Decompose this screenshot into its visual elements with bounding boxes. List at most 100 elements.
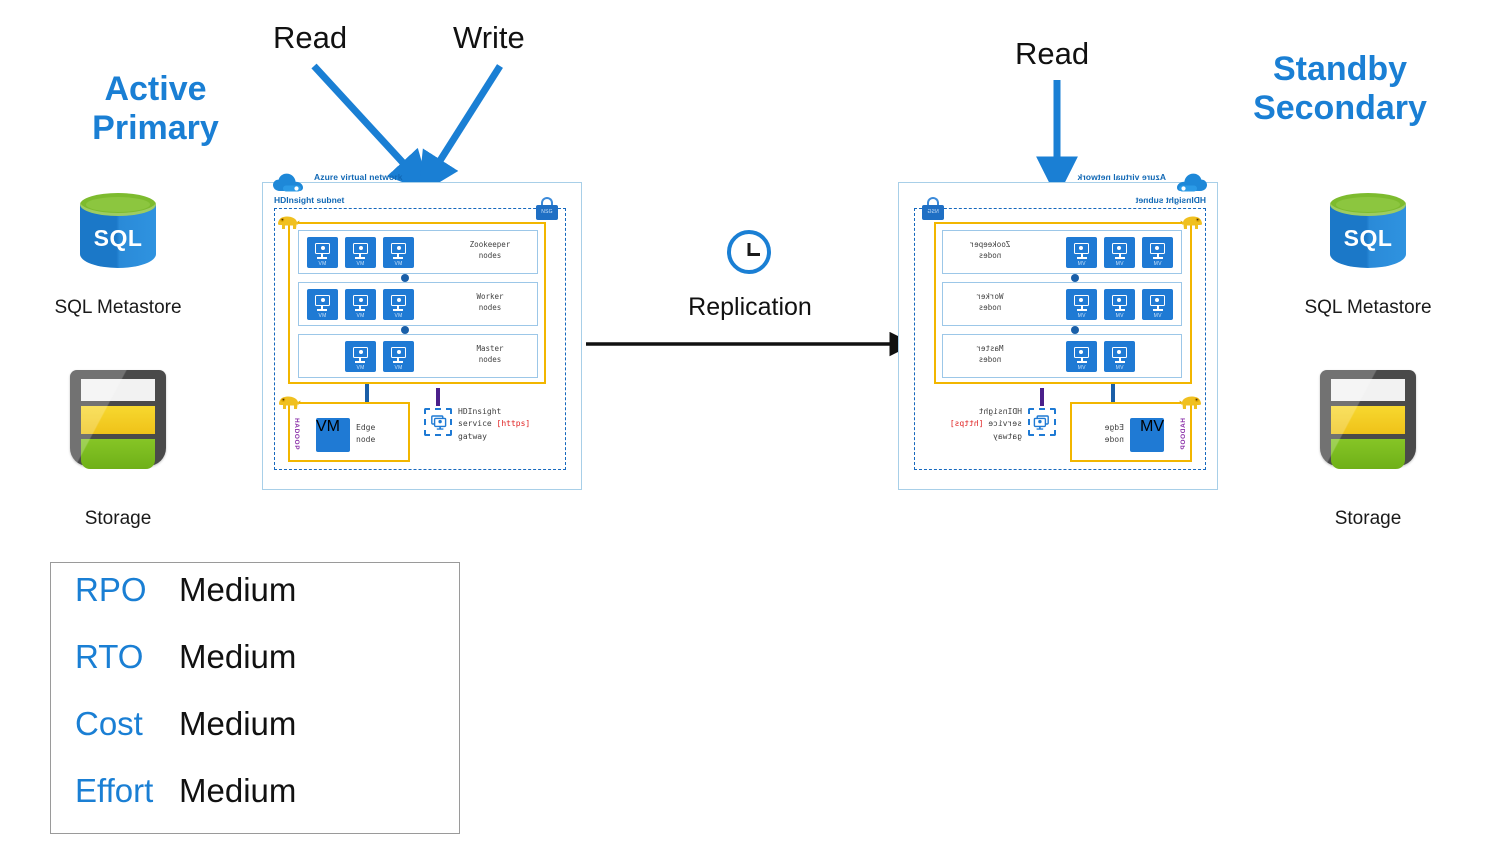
- storage-band-white: [1331, 379, 1405, 401]
- right-sql-caption: SQL Metastore: [1304, 297, 1432, 318]
- storage-band-yellow: [1331, 406, 1405, 434]
- vm-label: VM: [1077, 260, 1086, 267]
- subnet-label: HDInsight subnet: [1135, 195, 1206, 205]
- hadoop-cluster-box: VM VM VM Zookeeper nodes VM VM VM Worker…: [934, 216, 1202, 384]
- vm-node: VM: [345, 237, 376, 268]
- nsg-label: NSG: [536, 205, 558, 220]
- hdinsight-gateway-icon: [1028, 408, 1056, 436]
- secondary-cluster-diagram: Azure virtual network HDInsight subnet N…: [898, 170, 1228, 490]
- metric-value: Medium: [179, 638, 297, 675]
- vm-node: VM: [307, 237, 338, 268]
- vm-base: [393, 361, 403, 363]
- right-storage-caption: Storage: [1334, 508, 1402, 529]
- gateway-https-text: [https]: [949, 419, 984, 429]
- clock-hand-horizontal: [749, 253, 760, 256]
- read-arrow-left: [311, 63, 431, 193]
- metric-key: RPO: [75, 571, 147, 608]
- gateway-label-line3: gatway: [993, 431, 1022, 441]
- vm-label: VM: [1140, 418, 1164, 435]
- gateway-https-text: [https]: [496, 419, 531, 429]
- cloud-icon: [1177, 173, 1207, 192]
- metric-key: RTO: [75, 638, 144, 675]
- vm-label: VM: [394, 364, 403, 371]
- clock-icon: [727, 230, 771, 274]
- hadoop-cluster-box: VM VM VM Zookeeper nodes VM VM VM Worker…: [278, 216, 546, 384]
- vm-node: VM: [345, 289, 376, 320]
- node-group-label-line1: Worker: [976, 292, 1004, 301]
- vm-base: [1077, 309, 1087, 311]
- vm-label: VM: [1077, 312, 1086, 319]
- table-row: Effort Medium: [51, 772, 459, 839]
- vm-screen-icon: [315, 295, 330, 306]
- vm-label: VM: [1077, 364, 1086, 371]
- vm-base: [355, 309, 365, 311]
- node-group-label: Worker nodes: [453, 292, 527, 314]
- vm-base: [1115, 309, 1125, 311]
- vm-base: [1115, 361, 1125, 363]
- gateway-label-line2: service [https]: [950, 418, 1022, 430]
- gateway-label-line1: HDInsight: [458, 407, 502, 416]
- vm-screen-icon: [353, 347, 368, 358]
- vm-node: VM: [1104, 289, 1135, 320]
- edge-node-box: HADOOP VM Edge node: [1070, 396, 1201, 462]
- gateway-label-line2: service [https]: [458, 418, 530, 430]
- sql-icon-label: SQL: [93, 225, 143, 251]
- storage-band-green: [81, 439, 155, 469]
- vm-label: VM: [318, 312, 327, 319]
- vm-screen-icon: [1112, 347, 1127, 358]
- table-row: RTO Medium: [51, 638, 459, 705]
- vm-screen-icon: [1112, 243, 1127, 254]
- node-group-zookeeper: VM VM VM Zookeeper nodes: [942, 230, 1182, 274]
- node-group-master: VM VM Master nodes: [942, 334, 1182, 378]
- node-group-label-line1: Zookeeper: [469, 240, 511, 249]
- gateway-label-line1: HDInsight: [978, 407, 1022, 416]
- vm-screen-icon: [1150, 295, 1165, 306]
- left-sql-caption: SQL Metastore: [54, 297, 182, 318]
- vm-screen-icon: [315, 243, 330, 254]
- gateway-service-text: service: [983, 419, 1022, 429]
- storage-icon: [1320, 370, 1416, 469]
- vm-base: [317, 257, 327, 259]
- edge-node-box: HADOOP VM Edge node: [279, 396, 410, 462]
- node-group-worker: VM VM VM Worker nodes: [298, 282, 538, 326]
- edge-vm-node: VM: [316, 418, 350, 452]
- metric-key: Cost: [75, 705, 143, 742]
- gateway-label: HDInsight service [https] gatway: [458, 406, 530, 443]
- vm-label: VM: [1115, 364, 1124, 371]
- metric-value: Medium: [179, 571, 297, 608]
- metrics-table: RPO Medium RTO Medium Cost Medium Effort…: [50, 562, 460, 834]
- vm-label: VM: [394, 312, 403, 319]
- vm-screen-icon: [1112, 295, 1127, 306]
- node-group-label-line2: nodes: [978, 250, 1002, 260]
- edge-label-line2: node: [356, 435, 376, 444]
- vm-label: VM: [356, 364, 365, 371]
- vm-screen-icon: [353, 243, 368, 254]
- hdinsight-gateway-icon: [424, 408, 452, 436]
- vm-label: VM: [394, 260, 403, 267]
- vm-screen-icon: [1074, 295, 1089, 306]
- read-label-right: Read: [1015, 36, 1090, 71]
- table-row: Cost Medium: [51, 705, 459, 772]
- read-label-left: Read: [273, 20, 348, 55]
- node-group-label: Worker nodes: [953, 292, 1027, 314]
- vm-label: VM: [1153, 260, 1162, 267]
- vm-node: VM: [1066, 237, 1097, 268]
- vm-base: [393, 309, 403, 311]
- left-storage-caption: Storage: [84, 508, 152, 529]
- node-group-zookeeper: VM VM VM Zookeeper nodes: [298, 230, 538, 274]
- write-arrow-left: [418, 64, 503, 196]
- node-group-label-line2: nodes: [978, 302, 1002, 312]
- vm-node: VM: [1142, 237, 1173, 268]
- vnet-label: Azure virtual network: [314, 172, 403, 182]
- sql-cylinder-top: [1330, 193, 1406, 216]
- right-title-line2: Secondary: [1253, 89, 1427, 128]
- gateway-connector: [436, 388, 440, 406]
- node-connector-dot: [401, 274, 409, 282]
- vm-base: [317, 309, 327, 311]
- sql-icon-label: SQL: [1343, 225, 1393, 251]
- vm-screen-icon: [353, 295, 368, 306]
- node-group-label-line1: Master: [476, 344, 504, 353]
- storage-band-white: [81, 379, 155, 401]
- node-connector-dot: [1071, 326, 1079, 334]
- vm-label: VM: [318, 260, 327, 267]
